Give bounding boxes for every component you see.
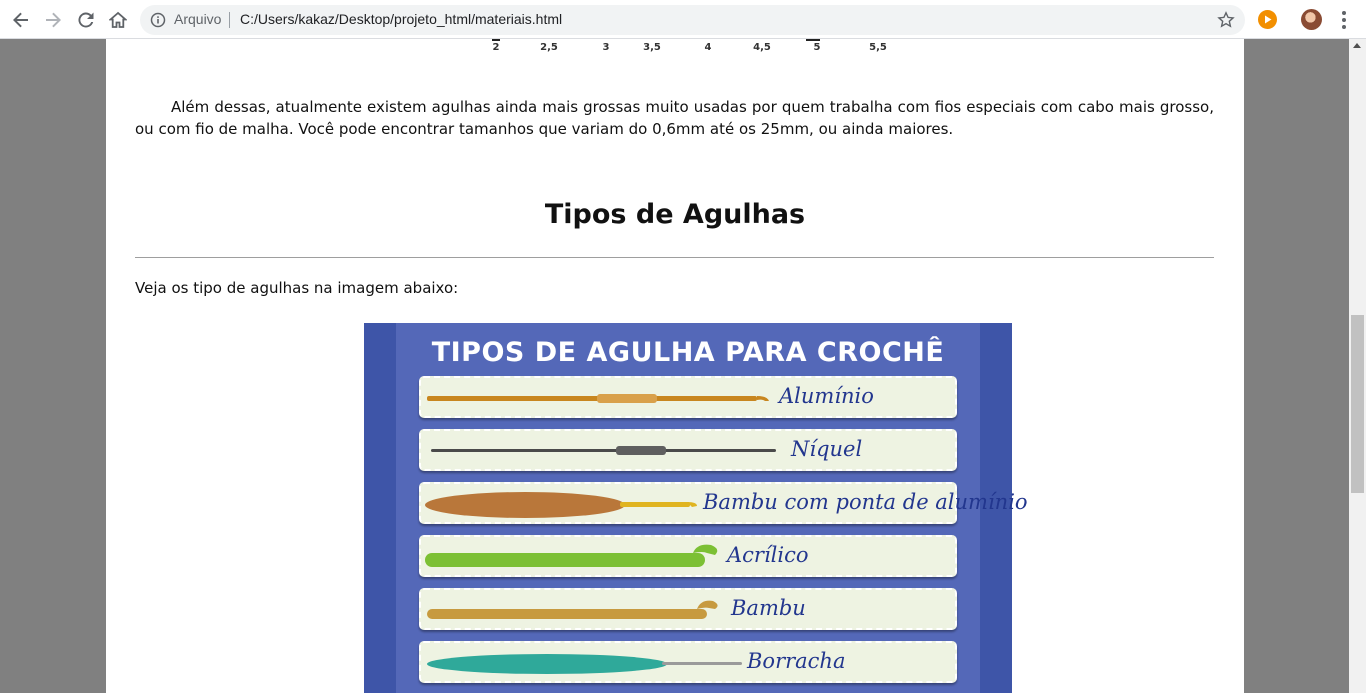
vertical-scrollbar[interactable]	[1349, 39, 1366, 693]
needle-size-ruler: 2 2,5 3 3,5 4 4,5 5 5,5	[106, 39, 1244, 59]
forward-button[interactable]	[40, 7, 66, 33]
ruler-label: 3	[602, 42, 610, 53]
nickel-hook-icon	[431, 446, 776, 455]
scheme-label: Arquivo	[174, 11, 222, 27]
rubber-hook-icon	[427, 654, 742, 674]
play-icon	[1265, 15, 1272, 24]
hook-card-borracha: Borracha	[419, 641, 957, 683]
omnibox-separator	[229, 12, 230, 28]
scroll-up-arrow-icon[interactable]	[1353, 43, 1361, 48]
menu-button[interactable]	[1334, 8, 1354, 32]
section-heading: Tipos de Agulhas	[544, 199, 806, 230]
aluminum-hook-icon	[427, 394, 769, 403]
divider	[135, 257, 1214, 258]
hook-label: Bambu	[731, 596, 806, 620]
arrow-right-icon	[46, 12, 61, 28]
acrylic-hook-icon	[425, 544, 718, 567]
arrow-left-icon	[13, 12, 28, 28]
ruler-label: 2,5	[540, 42, 558, 53]
back-button[interactable]	[8, 7, 34, 33]
reload-button[interactable]	[73, 7, 99, 33]
hook-label: Alumínio	[779, 384, 874, 408]
crochet-hooks-infographic: TIPOS DE AGULHA PARA CROCHÊ Alumínio Níq…	[364, 323, 1028, 693]
ruler-tick	[806, 39, 820, 41]
infographic-title: TIPOS DE AGULHA PARA CROCHÊ	[431, 337, 945, 368]
avatar[interactable]	[1301, 9, 1322, 30]
star-icon[interactable]	[1217, 11, 1235, 29]
reload-icon	[78, 12, 94, 28]
hook-label: Níquel	[791, 437, 863, 461]
hook-card-aluminio: Alumínio	[419, 376, 957, 418]
hook-label: Acrílico	[727, 543, 809, 567]
home-button[interactable]	[105, 7, 131, 33]
address-bar[interactable]: Arquivo C:/Users/kakaz/Desktop/projeto_h…	[140, 5, 1245, 35]
url-text[interactable]: C:/Users/kakaz/Desktop/projeto_html/mate…	[240, 11, 562, 27]
ruler-label: 5,5	[869, 42, 887, 53]
bamboo-aluminum-hook-icon	[425, 492, 697, 518]
extension-icon[interactable]	[1258, 10, 1277, 29]
ruler-label: 4,5	[753, 42, 771, 53]
hook-card-niquel: Níquel	[419, 429, 957, 471]
hook-card-bambu-aluminio: Bambu com ponta de alumínio	[419, 482, 1028, 524]
ruler-label: 4	[704, 42, 712, 53]
scroll-thumb[interactable]	[1351, 315, 1364, 493]
bamboo-hook-icon	[427, 600, 718, 619]
home-icon	[109, 11, 127, 28]
ruler-label: 5	[813, 42, 821, 53]
hook-card-acrilico: Acrílico	[419, 535, 957, 577]
ruler-label: 2	[492, 42, 500, 53]
ruler-label: 3,5	[643, 42, 661, 53]
ruler-tick	[492, 39, 500, 41]
hook-label: Borracha	[747, 649, 846, 673]
hook-label: Bambu com ponta de alumínio	[703, 490, 1028, 514]
hook-card-bambu: Bambu	[419, 588, 957, 630]
page-content: 2 2,5 3 3,5 4 4,5 5 5,5 Além dessas, atu…	[106, 39, 1244, 693]
intro-text: Veja os tipo de agulhas na imagem abaixo…	[135, 279, 459, 297]
info-icon[interactable]	[150, 12, 166, 28]
body-paragraph: Além dessas, atualmente existem agulhas …	[135, 98, 1214, 138]
browser-toolbar: Arquivo C:/Users/kakaz/Desktop/projeto_h…	[0, 0, 1366, 39]
